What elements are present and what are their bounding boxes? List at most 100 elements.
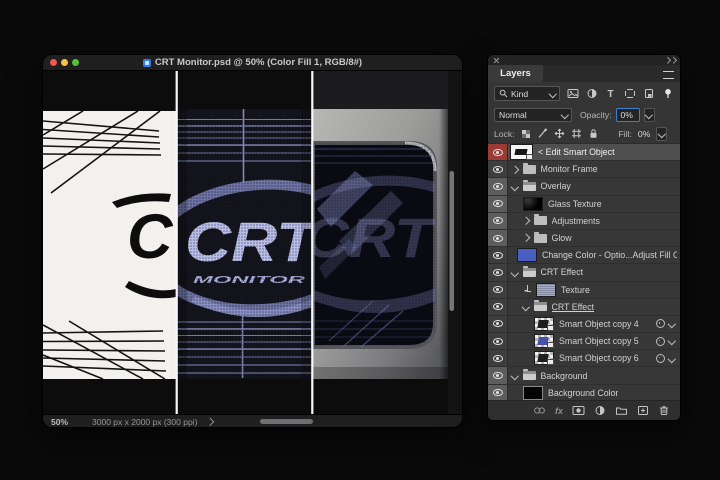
- lock-pixels-brush-icon[interactable]: [537, 128, 548, 139]
- layer-thumbnail[interactable]: [517, 248, 537, 262]
- visibility-toggle[interactable]: [488, 316, 508, 332]
- zoom-window-button[interactable]: [72, 59, 79, 66]
- chevron-down-icon[interactable]: [667, 354, 675, 362]
- chevron-right-icon[interactable]: [522, 234, 530, 242]
- visibility-toggle[interactable]: [488, 385, 508, 400]
- chevron-down-icon[interactable]: [511, 183, 519, 191]
- layers-panel: Layers Kind T: [488, 55, 680, 420]
- layer-row-change-color[interactable]: Change Color - Optio...Adjust Fill Opaci…: [488, 247, 680, 264]
- layer-row-crt-effect-subgroup[interactable]: CRT Effect: [488, 299, 680, 316]
- eye-icon: [493, 372, 503, 379]
- layer-thumbnail[interactable]: [534, 351, 554, 365]
- panel-menu-icon[interactable]: [663, 71, 674, 79]
- layer-thumbnail[interactable]: [510, 144, 533, 160]
- chevron-down-icon[interactable]: [667, 337, 675, 345]
- canvas-viewport[interactable]: C: [43, 71, 462, 414]
- visibility-toggle[interactable]: [488, 333, 508, 349]
- lock-artboard-icon[interactable]: [571, 128, 582, 139]
- visibility-toggle[interactable]: [488, 299, 508, 315]
- opacity-input[interactable]: 0%: [616, 108, 640, 122]
- new-layer-icon[interactable]: [637, 405, 649, 416]
- layer-row-edit-smart-object[interactable]: < Edit Smart Object: [488, 144, 680, 161]
- layer-row-texture[interactable]: Texture: [488, 282, 680, 299]
- tab-layers[interactable]: Layers: [488, 65, 543, 82]
- status-bar: 50% 3000 px x 2000 px (300 ppi): [43, 414, 462, 427]
- visibility-toggle[interactable]: [488, 144, 508, 160]
- chevron-down-icon[interactable]: [511, 269, 519, 277]
- left-logo-letter: C: [127, 202, 174, 272]
- status-chevron-icon[interactable]: [206, 418, 214, 426]
- close-window-button[interactable]: [50, 59, 57, 66]
- layer-thumbnail[interactable]: [536, 283, 556, 297]
- layer-row-smart-object-copy-6[interactable]: Smart Object copy 6: [488, 350, 680, 367]
- layer-thumbnail[interactable]: [523, 386, 543, 400]
- visibility-toggle[interactable]: [488, 367, 508, 383]
- layer-row-overlay[interactable]: Overlay: [488, 178, 680, 195]
- chevron-down-icon[interactable]: [511, 372, 519, 380]
- visibility-toggle[interactable]: [488, 196, 508, 212]
- visibility-toggle[interactable]: [488, 282, 508, 298]
- layer-row-glass-texture[interactable]: Glass Texture: [488, 196, 680, 213]
- collapse-panel-icon[interactable]: [665, 58, 675, 63]
- layer-style-fx-icon[interactable]: fx: [555, 406, 563, 416]
- filter-toggle-pin-icon[interactable]: [662, 88, 674, 99]
- layer-row-monitor-frame[interactable]: Monitor Frame: [488, 161, 680, 178]
- chevron-down-icon[interactable]: [667, 320, 675, 328]
- opacity-dropdown-button[interactable]: [644, 108, 655, 122]
- visibility-toggle[interactable]: [488, 213, 508, 229]
- filter-type-layers-icon[interactable]: T: [605, 88, 617, 99]
- chevron-down-icon[interactable]: [522, 303, 530, 311]
- layer-row-background-color[interactable]: Background Color: [488, 385, 680, 400]
- layer-row-adjustments[interactable]: Adjustments: [488, 213, 680, 230]
- new-group-folder-icon[interactable]: [615, 405, 628, 416]
- window-titlebar[interactable]: CRT Monitor.psd @ 50% (Color Fill 1, RGB…: [43, 55, 462, 71]
- visibility-toggle[interactable]: [488, 161, 508, 177]
- vertical-scrollbar[interactable]: [450, 171, 455, 311]
- layer-thumbnail[interactable]: [523, 197, 543, 211]
- panel-grip[interactable]: [488, 55, 680, 65]
- document-info: 3000 px x 2000 px (300 ppi): [92, 417, 197, 427]
- layer-thumbnail[interactable]: [534, 334, 554, 348]
- lock-transparency-icon[interactable]: [521, 129, 531, 139]
- lock-position-move-icon[interactable]: [554, 128, 565, 139]
- filter-shape-layers-icon[interactable]: [624, 88, 636, 99]
- strip-divider-left[interactable]: [176, 71, 178, 414]
- chevron-right-icon[interactable]: [511, 165, 519, 173]
- filter-kind-dropdown[interactable]: Kind: [494, 86, 560, 101]
- add-layer-mask-icon[interactable]: [572, 405, 585, 416]
- chevron-right-icon[interactable]: [522, 217, 530, 225]
- svg-text:T: T: [608, 89, 614, 99]
- eye-icon: [493, 269, 503, 276]
- smart-filter-icon[interactable]: [656, 337, 665, 346]
- blend-mode-dropdown[interactable]: Normal: [494, 108, 572, 122]
- layer-row-background-group[interactable]: Background: [488, 367, 680, 384]
- horizontal-scrollbar[interactable]: [260, 419, 313, 424]
- visibility-toggle[interactable]: [488, 264, 508, 280]
- filter-pixel-layers-icon[interactable]: [567, 88, 579, 99]
- open-folder-icon: [523, 268, 536, 277]
- zoom-level-field[interactable]: 50%: [51, 417, 68, 427]
- layer-row-glow[interactable]: Glow: [488, 230, 680, 247]
- lock-all-padlock-icon[interactable]: [588, 128, 599, 139]
- link-layers-icon[interactable]: [533, 405, 546, 416]
- minimize-window-button[interactable]: [61, 59, 68, 66]
- visibility-toggle[interactable]: [488, 178, 508, 194]
- filter-smart-object-icon[interactable]: [643, 88, 655, 99]
- fill-dropdown-button[interactable]: [656, 127, 667, 141]
- visibility-toggle[interactable]: [488, 230, 508, 246]
- visibility-toggle[interactable]: [488, 350, 508, 366]
- filter-adjustment-layers-icon[interactable]: [586, 88, 598, 99]
- smart-filter-icon[interactable]: [656, 354, 665, 363]
- smart-filter-icon[interactable]: [656, 319, 665, 328]
- layer-row-smart-object-copy-5[interactable]: Smart Object copy 5: [488, 333, 680, 350]
- visibility-toggle[interactable]: [488, 247, 508, 263]
- strip-divider-right[interactable]: [311, 71, 313, 414]
- delete-layer-trash-icon[interactable]: [658, 405, 670, 416]
- layer-row-smart-object-copy-4[interactable]: Smart Object copy 4: [488, 316, 680, 333]
- eye-icon: [493, 303, 503, 310]
- close-panel-icon[interactable]: [493, 57, 500, 64]
- fill-value[interactable]: 0%: [638, 129, 650, 139]
- new-adjustment-layer-icon[interactable]: [594, 405, 606, 416]
- layer-thumbnail[interactable]: [534, 317, 554, 331]
- layer-row-crt-effect-group[interactable]: CRT Effect: [488, 264, 680, 281]
